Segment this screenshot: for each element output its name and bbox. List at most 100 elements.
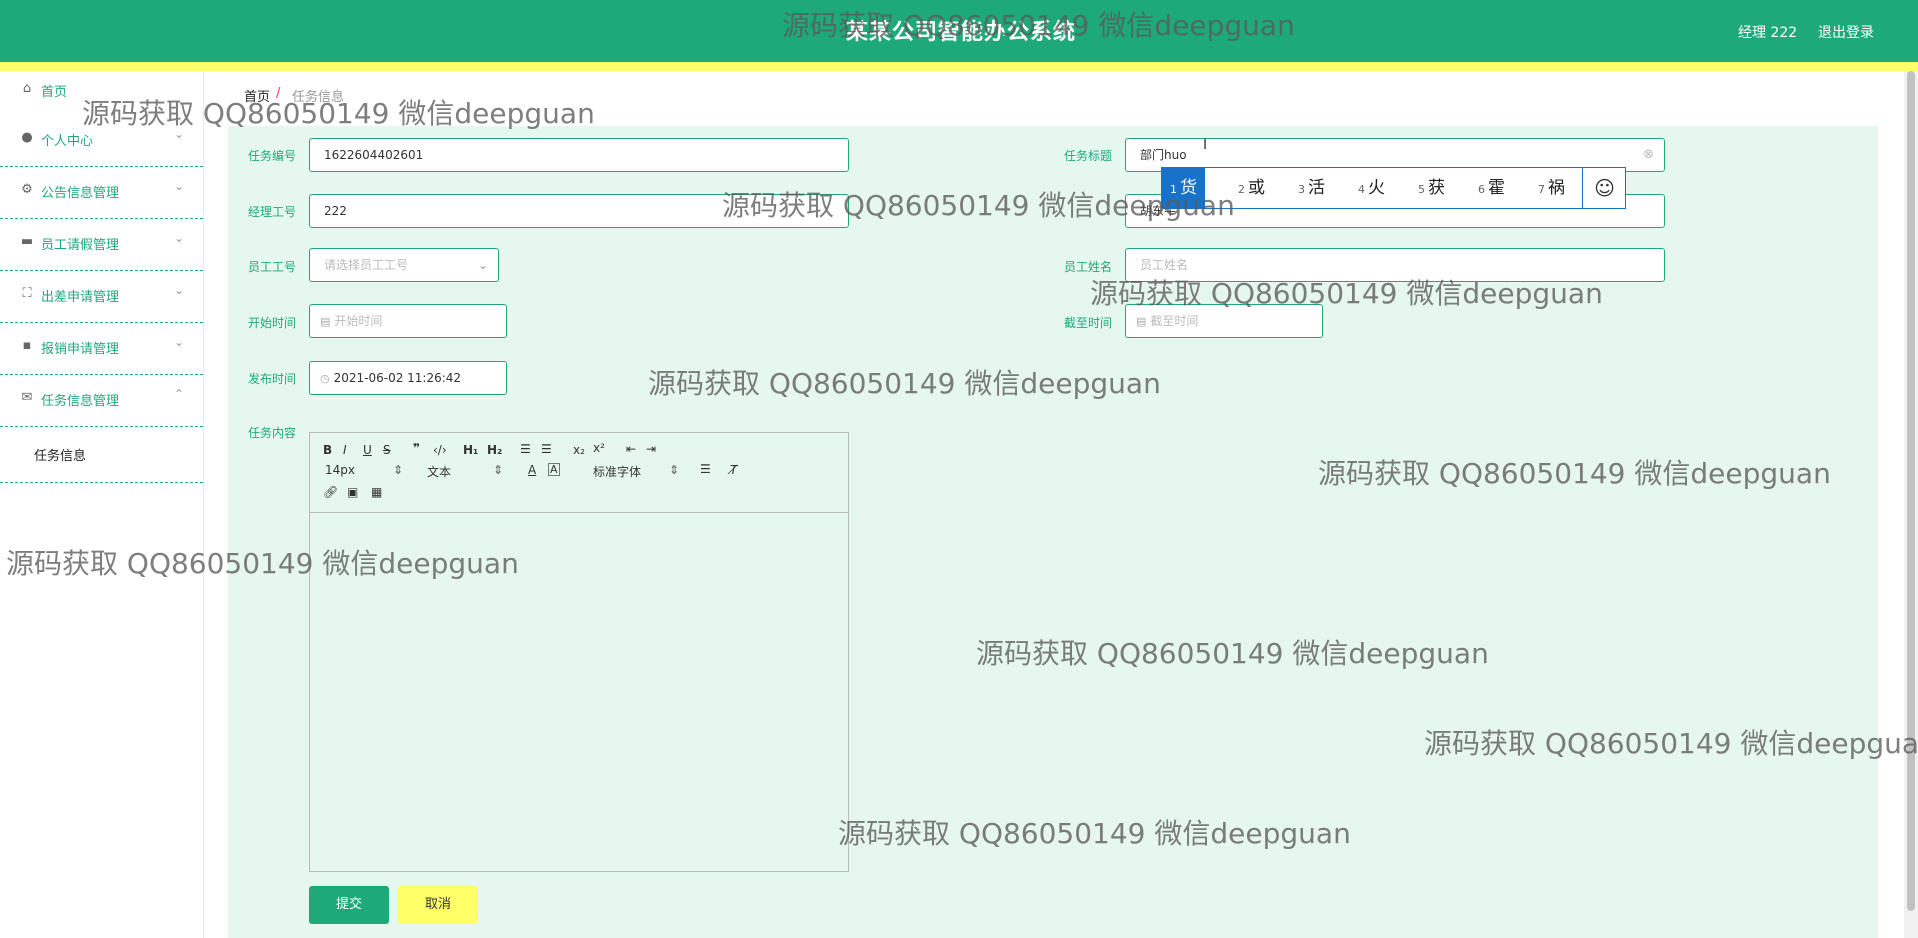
- publish-time-input[interactable]: ◷ 2021-06-02 11:26:42: [309, 361, 507, 395]
- ime-candidate[interactable]: 4火: [1358, 168, 1385, 208]
- clock-icon: ◷: [320, 372, 330, 385]
- ime-candidate[interactable]: 2或: [1238, 168, 1265, 208]
- link-icon[interactable]: 🔗︎: [323, 485, 338, 499]
- font-size-select[interactable]: 14px ⇕: [325, 463, 403, 477]
- indent-icon[interactable]: ⇥: [646, 442, 656, 456]
- align-icon[interactable]: ☰: [700, 462, 711, 476]
- start-time-input[interactable]: ▤ 开始时间: [309, 304, 507, 338]
- sidebar-item-home[interactable]: ⌂ 首页: [0, 71, 203, 115]
- ime-candidate[interactable]: 6霍: [1478, 168, 1505, 208]
- logout-link[interactable]: 退出登录: [1818, 22, 1874, 42]
- mail-icon: ✉: [21, 390, 33, 405]
- sidebar-item-label: 报销申请管理: [41, 342, 120, 357]
- current-user: 经理 222: [1738, 25, 1798, 41]
- start-time-placeholder: 开始时间: [334, 314, 383, 328]
- employee-no-placeholder: 请选择员工工号: [324, 258, 409, 272]
- chevron-down-icon: ⌄: [174, 179, 185, 193]
- settings-icon: ⚙: [21, 182, 33, 197]
- image-icon[interactable]: ▣: [347, 485, 358, 499]
- quote-icon[interactable]: ❞: [413, 441, 420, 455]
- employee-no-label: 员工工号: [248, 260, 297, 274]
- breadcrumb-home[interactable]: 首页: [244, 86, 270, 105]
- clear-format-icon[interactable]: T̸: [730, 463, 737, 477]
- ime-candidate[interactable]: 7祸: [1538, 168, 1565, 208]
- sidebar-subitem-task-info[interactable]: 任务信息: [0, 427, 203, 483]
- chevron-down-icon: ⌄: [174, 335, 185, 349]
- editor-content-area[interactable]: [310, 514, 848, 871]
- font-family-value: 标准字体: [593, 465, 642, 479]
- sidebar-item-label: 员工请假管理: [41, 238, 120, 253]
- employee-no-select[interactable]: 请选择员工工号 ⌄: [309, 248, 499, 282]
- clear-icon[interactable]: ⊗: [1643, 139, 1654, 171]
- submit-button[interactable]: 提交: [309, 886, 389, 924]
- select-arrows-icon: ⇕: [393, 463, 404, 477]
- expand-icon: ⛶: [22, 286, 32, 301]
- app-header: 某某公司智能办公系统 经理 222 退出登录: [0, 0, 1918, 62]
- calendar-icon: ▤: [1136, 315, 1147, 328]
- breadcrumb-current: 任务信息: [292, 90, 345, 105]
- end-time-label: 截至时间: [1064, 316, 1113, 330]
- ime-candidate[interactable]: 5获: [1418, 168, 1445, 208]
- outdent-icon[interactable]: ⇤: [626, 442, 636, 456]
- sidebar-item-task[interactable]: ✉ 任务信息管理 ⌃: [0, 375, 203, 427]
- ime-candidate[interactable]: 1货: [1162, 168, 1205, 208]
- task-no-label: 任务编号: [248, 149, 297, 163]
- publish-time-value: 2021-06-02 11:26:42: [333, 371, 462, 385]
- code-icon[interactable]: ‹/›: [433, 443, 447, 457]
- editor-toolbar: B I U S ❞ ‹/› H₁ H₂ ☰ ☰ x₂ x² ⇤ ⇥ 14px ⇕ …: [310, 433, 848, 513]
- heading2-icon[interactable]: H₂: [487, 443, 502, 457]
- sidebar-item-label: 个人中心: [41, 134, 94, 149]
- sidebar-item-personal[interactable]: ● 个人中心 ⌄: [0, 115, 203, 167]
- ticket-icon: ▬: [20, 234, 34, 249]
- font-color-icon[interactable]: A: [528, 463, 536, 477]
- employee-name-label: 员工姓名: [1064, 260, 1113, 274]
- font-size-value: 14px: [325, 463, 355, 477]
- ime-candidate[interactable]: 3活: [1298, 168, 1325, 208]
- underline-icon[interactable]: U: [363, 443, 372, 457]
- paragraph-value: 文本: [427, 465, 452, 479]
- breadcrumb: 首页 / 任务信息: [228, 76, 1878, 116]
- sidebar-item-notice[interactable]: ⚙ 公告信息管理 ⌄: [0, 167, 203, 219]
- video-icon[interactable]: ▦: [371, 485, 382, 499]
- person-icon: ●: [21, 130, 33, 145]
- sidebar-subitem-label: 任务信息: [34, 449, 87, 464]
- emoji-icon[interactable]: ☺: [1582, 168, 1626, 208]
- background-color-icon[interactable]: A: [548, 463, 560, 476]
- sidebar-item-expense[interactable]: ▪ 报销申请管理 ⌄: [0, 323, 203, 375]
- italic-icon[interactable]: I: [343, 443, 347, 457]
- subscript-icon[interactable]: x₂: [573, 443, 585, 457]
- chevron-down-icon: ⌄: [174, 283, 185, 297]
- chevron-up-icon: ⌃: [174, 387, 185, 401]
- bullet-list-icon[interactable]: ☰: [541, 442, 552, 456]
- select-arrows-icon: ⇕: [493, 463, 504, 477]
- task-title-label: 任务标题: [1064, 149, 1113, 163]
- manager-no-label: 经理工号: [248, 205, 297, 219]
- paragraph-select[interactable]: 文本 ⇕: [427, 463, 503, 480]
- content-label: 任务内容: [248, 426, 297, 440]
- heading1-icon[interactable]: H₁: [463, 443, 478, 457]
- start-time-label: 开始时间: [248, 316, 297, 330]
- strikethrough-icon[interactable]: S: [383, 443, 391, 457]
- manager-no-input[interactable]: 222: [309, 194, 849, 228]
- font-family-select[interactable]: 标准字体 ⇕: [593, 463, 679, 480]
- publish-time-label: 发布时间: [248, 372, 297, 386]
- home-icon: ⌂: [22, 81, 32, 96]
- superscript-icon[interactable]: x²: [593, 441, 605, 455]
- rich-text-editor: B I U S ❞ ‹/› H₁ H₂ ☰ ☰ x₂ x² ⇤ ⇥ 14px ⇕ …: [309, 432, 849, 872]
- cancel-button[interactable]: 取消: [398, 886, 478, 924]
- sidebar-item-trip[interactable]: ⛶ 出差申请管理 ⌄: [0, 271, 203, 323]
- employee-name-input[interactable]: 员工姓名: [1125, 248, 1665, 282]
- end-time-input[interactable]: ▤ 截至时间: [1125, 304, 1323, 338]
- sidebar-item-leave[interactable]: ▬ 员工请假管理 ⌄: [0, 219, 203, 271]
- breadcrumb-separator: /: [276, 86, 281, 101]
- ordered-list-icon[interactable]: ☰: [520, 442, 531, 456]
- task-no-input[interactable]: 1622604402601: [309, 138, 849, 172]
- ime-candidate-window: 1货 2或 3活 4火 5获 6霍 7祸 ☺: [1161, 167, 1626, 209]
- scrollbar-thumb[interactable]: [1907, 71, 1915, 911]
- text-cursor-icon: I: [1203, 137, 1208, 153]
- app-title: 某某公司智能办公系统: [846, 20, 1077, 45]
- bold-icon[interactable]: B: [323, 443, 332, 457]
- end-time-placeholder: 截至时间: [1150, 314, 1199, 328]
- page-scrollbar[interactable]: [1904, 71, 1918, 938]
- comment-icon: ▪: [22, 338, 32, 353]
